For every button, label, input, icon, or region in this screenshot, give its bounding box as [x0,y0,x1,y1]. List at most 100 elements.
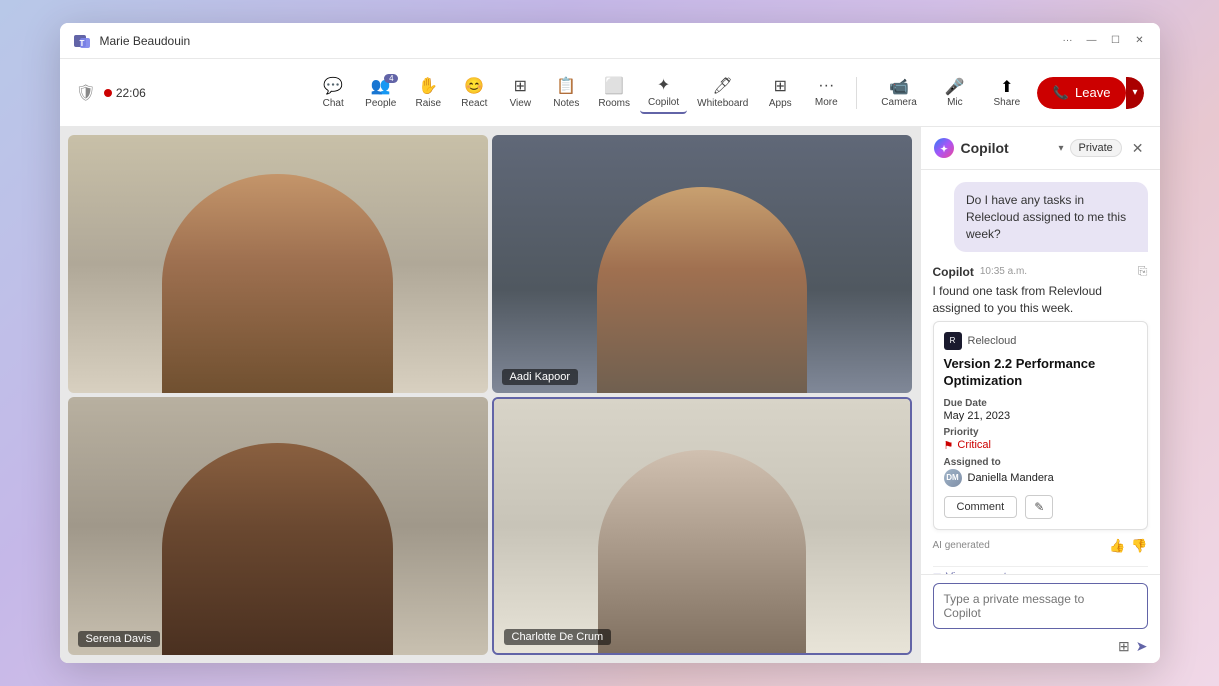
participant-name-serena: Serena Davis [78,631,160,647]
maximize-btn[interactable]: ☐ [1108,33,1124,49]
toolbar: 🛡 22:06 💬 Chat 👥 People 4 ✋ Raise 😊 [60,59,1160,127]
notes-tool[interactable]: 📋 Notes [544,72,588,113]
ai-generated-text: AI generated [933,540,990,551]
copilot-input[interactable] [933,583,1148,629]
share-label: Share [994,97,1021,108]
task-card: R Relecloud Version 2.2 Performance Opti… [933,321,1148,530]
copilot-title: Copilot [961,140,1053,156]
video-grid: Aadi Kapoor Serena Davis Charlotte De Cr… [60,127,920,663]
task-actions: Comment ✎ [944,495,1137,519]
recording-badge: 22:06 [104,86,146,100]
apps-tool[interactable]: ⊞ Apps [758,72,802,113]
copilot-icon: ✦ [657,75,670,95]
video-cell-participant-3: Serena Davis [68,397,488,655]
copilot-input-area: ⊞ ➤ [921,574,1160,663]
raise-tool[interactable]: ✋ Raise [406,72,450,113]
feedback-btns: 👍 👎 [1109,538,1147,554]
thumbs-down-btn[interactable]: 👎 [1131,538,1147,554]
mic-label: Mic [947,97,963,108]
more-options-btn[interactable]: ··· [1060,33,1076,49]
leave-label: Leave [1075,85,1110,100]
view-label: View [510,98,532,109]
due-date-label: Due Date [944,398,1137,409]
chat-label: Chat [323,98,344,109]
copilot-response-name: Copilot [933,265,974,279]
participant-name-aadi: Aadi Kapoor [502,369,579,385]
copilot-close-btn[interactable]: ✕ [1128,138,1148,159]
phone-end-icon: 📞 [1053,85,1069,101]
priority-icon: ⚑ [944,439,954,452]
whiteboard-label: Whiteboard [697,98,748,109]
task-card-header: R Relecloud [944,332,1137,350]
private-badge: Private [1070,139,1122,157]
more-label: More [815,97,838,108]
copilot-response-text: I found one task from Relevloud assigned… [933,283,1148,317]
assignee-avatar: DM [944,469,962,487]
leave-group: 📞 Leave ▾ [1037,77,1144,109]
copy-icon[interactable]: ⎘ [1138,264,1148,279]
call-timer: 22:06 [116,86,146,100]
share-icon: ⬆ [1000,77,1013,97]
toolbar-left: 🛡 22:06 [76,83,146,103]
title-bar: T Marie Beaudouin ··· — ☐ ✕ [60,23,1160,59]
copilot-logo: ✦ [933,137,955,159]
copilot-msg-header: Copilot 10:35 a.m. ⎘ [933,264,1148,279]
input-actions: ⊞ ➤ [933,638,1148,655]
svg-text:T: T [79,39,84,48]
thumbs-up-btn[interactable]: 👍 [1109,538,1125,554]
leave-chevron-btn[interactable]: ▾ [1126,77,1143,109]
rooms-tool[interactable]: ⬜ Rooms [590,72,638,113]
task-due-date-field: Due Date May 21, 2023 [944,398,1137,422]
participant-name-charlotte: Charlotte De Crum [504,629,612,645]
raise-label: Raise [416,98,442,109]
teams-window: T Marie Beaudouin ··· — ☐ ✕ 🛡 22:06 💬 Ch… [60,23,1160,663]
task-assigned-field: Assigned to DM Daniella Mandera [944,457,1137,487]
people-count: 4 [384,74,398,83]
view-tool[interactable]: ⊞ View [498,72,542,113]
copilot-tool[interactable]: ✦ Copilot [640,71,687,114]
camera-label: Camera [881,97,917,108]
main-content: Aadi Kapoor Serena Davis Charlotte De Cr… [60,127,1160,663]
camera-icon: 📹 [889,77,909,97]
chat-tool[interactable]: 💬 Chat [311,72,355,113]
minimize-btn[interactable]: — [1084,33,1100,49]
relecloud-icon: R [944,332,962,350]
notes-icon: 📋 [556,76,576,96]
more-icon: ··· [818,77,834,95]
people-label: People [365,98,396,109]
copilot-panel: ✦ Copilot ▾ Private ✕ Do I have any task… [920,127,1160,663]
react-label: React [461,98,487,109]
ai-generated-row: AI generated 👍 👎 [933,538,1148,554]
priority-label: Priority [944,427,1137,438]
leave-btn[interactable]: 📞 Leave [1037,77,1127,109]
rooms-icon: ⬜ [604,76,624,96]
comment-btn[interactable]: Comment [944,496,1018,518]
toolbar-tools: 💬 Chat 👥 People 4 ✋ Raise 😊 React ⊞ View [311,71,848,114]
more-tool[interactable]: ··· More [804,73,848,112]
priority-text: Critical [957,439,991,451]
view-prompts-row[interactable]: ⊞ View prompts [933,566,1148,574]
chat-icon: 💬 [323,76,343,96]
close-btn[interactable]: ✕ [1132,33,1148,49]
copilot-dropdown-icon[interactable]: ▾ [1058,143,1063,154]
teams-logo: T [72,31,92,51]
toolbar-divider [856,77,857,109]
copilot-label: Copilot [648,97,679,108]
whiteboard-icon: 🖊 [713,76,733,96]
send-btn[interactable]: ➤ [1136,638,1148,655]
notes-label: Notes [553,98,579,109]
camera-btn[interactable]: 📹 Camera [873,73,925,112]
copilot-body: Do I have any tasks in Relecloud assigne… [921,170,1160,574]
react-tool[interactable]: 😊 React [452,72,496,113]
rec-indicator [104,89,112,97]
share-btn[interactable]: ⬆ Share [985,73,1029,112]
mic-btn[interactable]: 🎤 Mic [933,73,977,112]
table-insert-btn[interactable]: ⊞ [1118,638,1130,655]
window-title: Marie Beaudouin [100,34,1060,48]
apps-label: Apps [769,98,792,109]
svg-text:✦: ✦ [940,144,948,154]
whiteboard-tool[interactable]: 🖊 Whiteboard [689,72,756,113]
edit-icon-btn[interactable]: ✎ [1025,495,1053,519]
relecloud-name: Relecloud [968,335,1017,347]
people-tool[interactable]: 👥 People 4 [357,72,404,113]
